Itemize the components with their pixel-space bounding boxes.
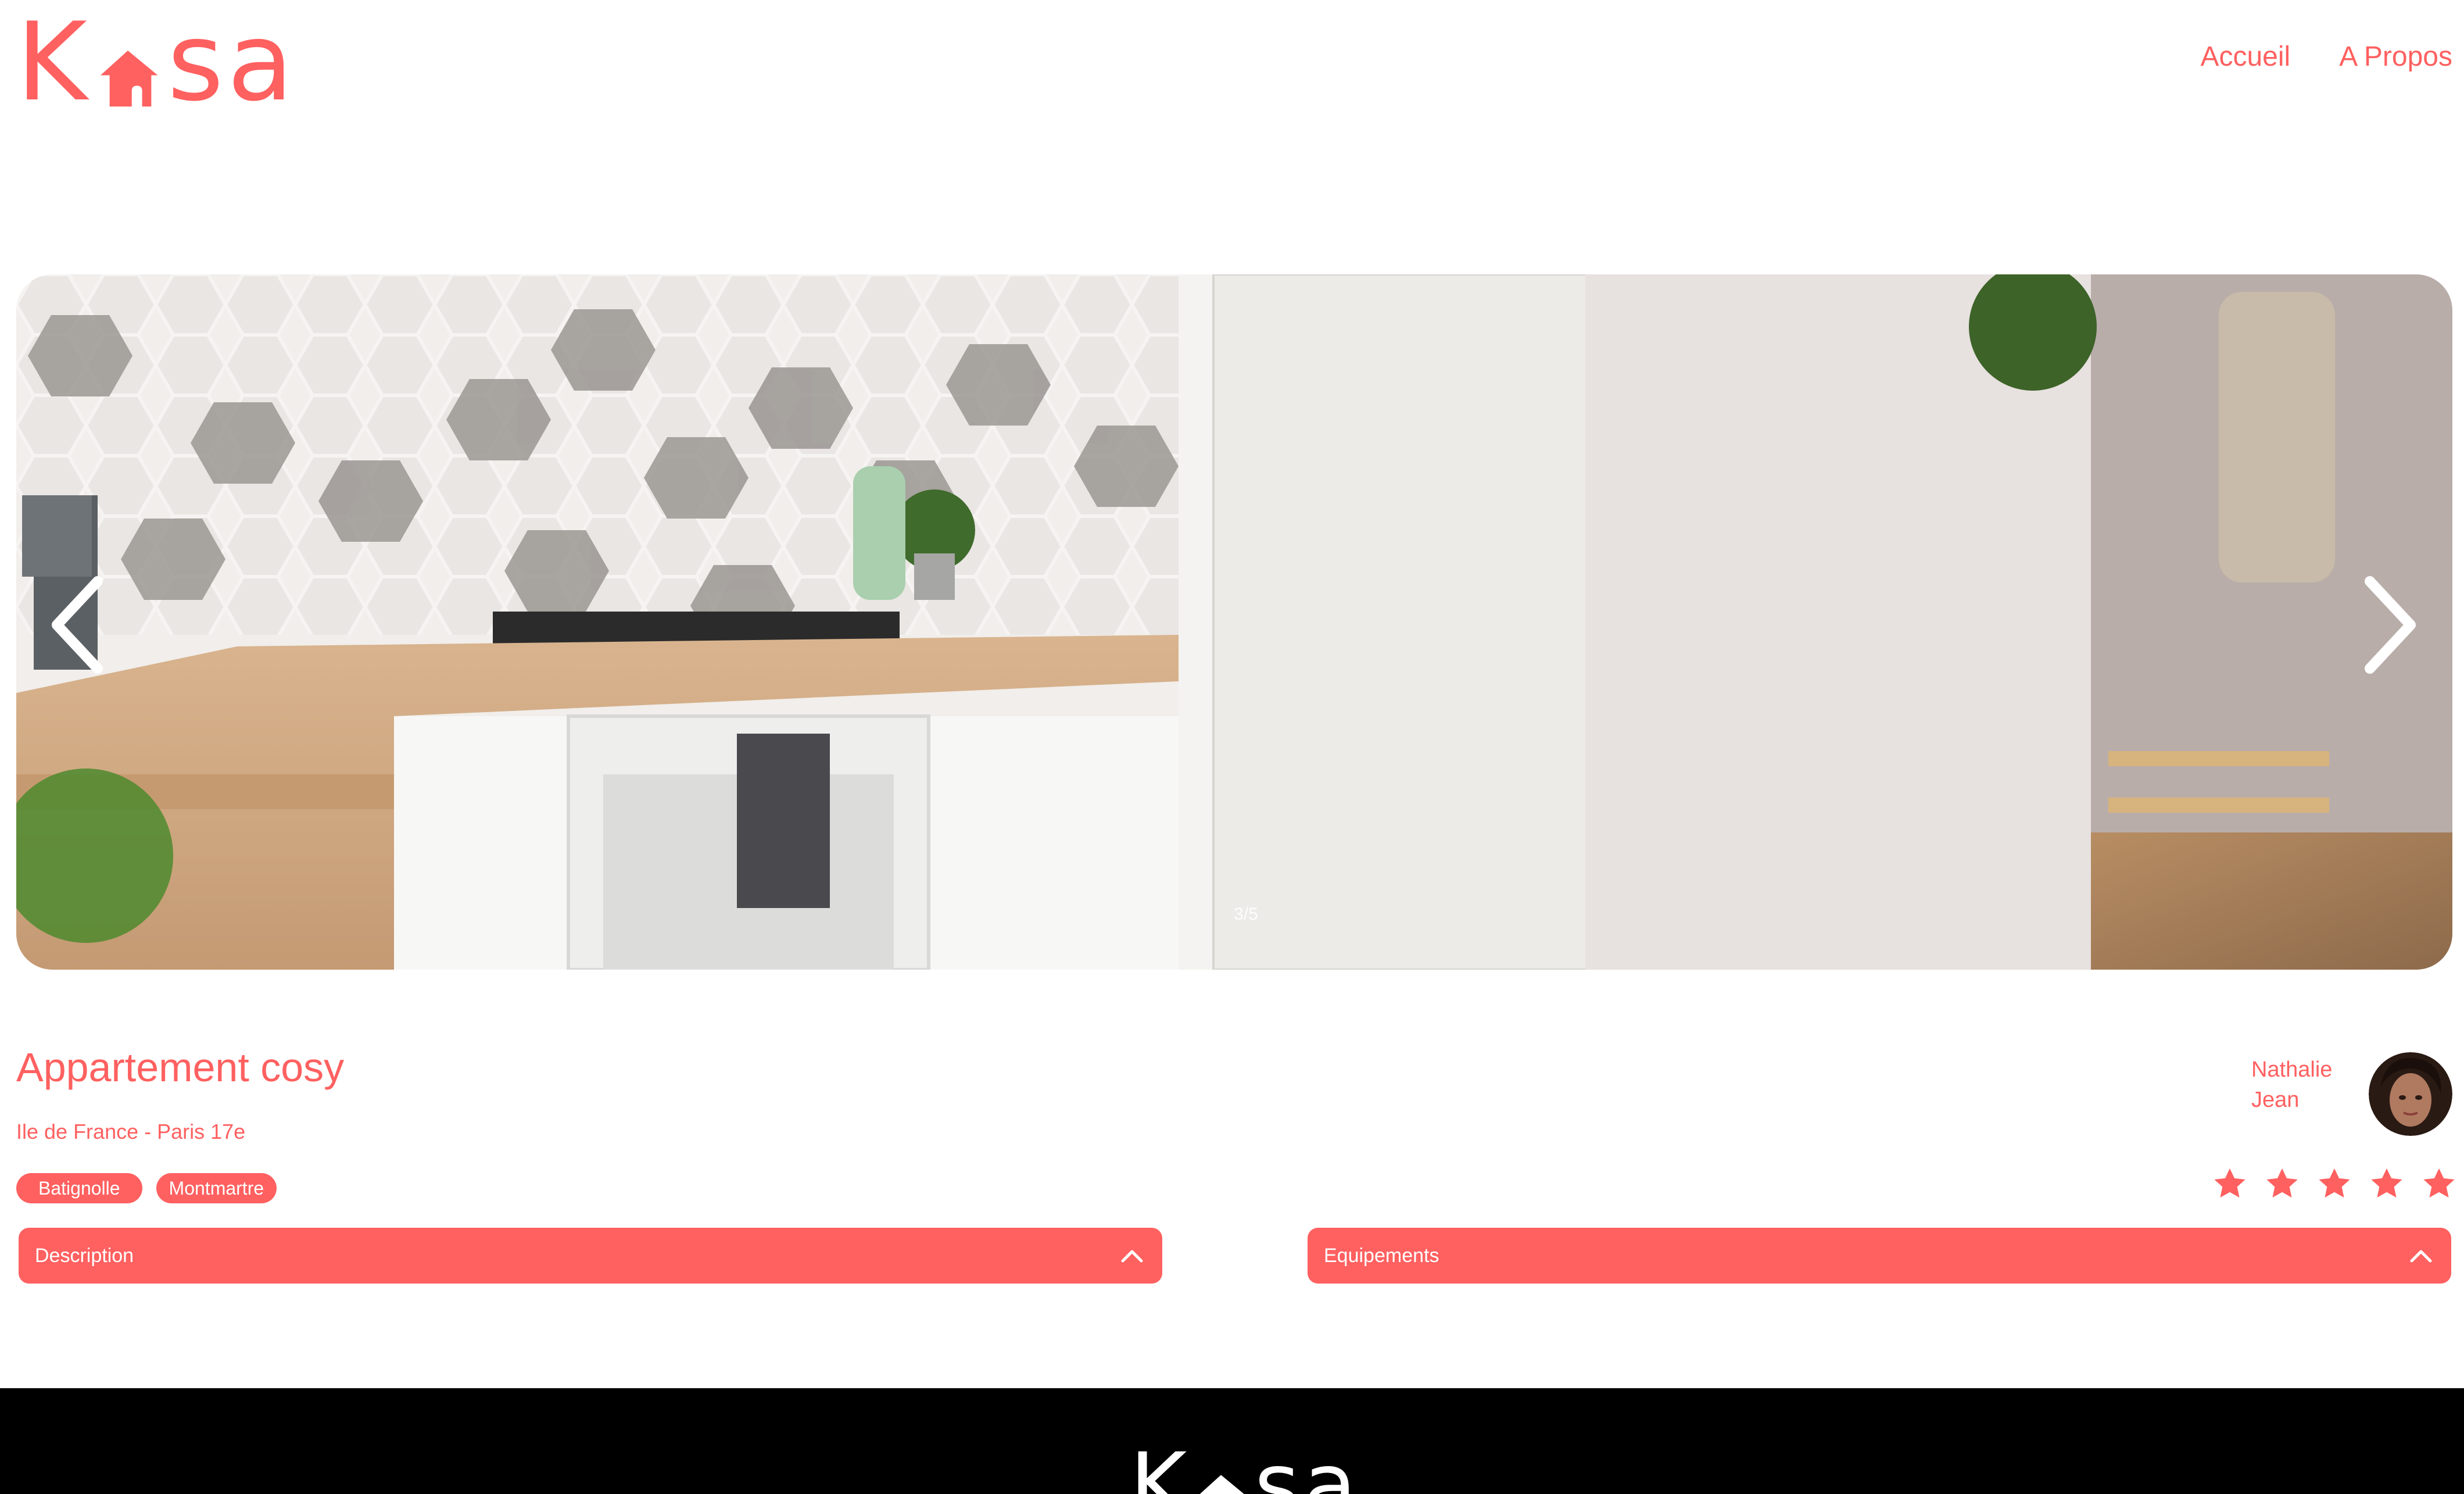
listing-location: Ile de France - Paris 17e xyxy=(16,1120,246,1143)
host-avatar xyxy=(2369,1052,2452,1136)
host-first-name: Nathalie xyxy=(2251,1057,2333,1082)
host-last-name: Jean xyxy=(2251,1088,2300,1112)
kasa-logo[interactable]: K sa xyxy=(16,8,297,116)
tag-batignolle: Batignolle xyxy=(16,1173,142,1203)
collapse-equipements-label: Equipements xyxy=(1324,1244,1439,1267)
main-nav: Accueil A Propos xyxy=(2200,41,2452,73)
chevron-left-icon[interactable] xyxy=(45,576,109,674)
footer: K sa xyxy=(0,1388,2464,1494)
carousel-counter: 3/5 xyxy=(1234,905,1258,924)
host-name: Nathalie Jean xyxy=(2251,1055,2356,1115)
tag-montmartre: Montmartre xyxy=(156,1173,277,1203)
star-icon xyxy=(2214,1168,2245,1198)
star-icon xyxy=(2423,1168,2455,1198)
star-icon xyxy=(2371,1168,2402,1198)
collapse-equipements[interactable]: Equipements xyxy=(1308,1228,2451,1284)
footer-logo: K sa xyxy=(1130,1442,1360,1494)
nav-link-a-propos[interactable]: A Propos xyxy=(2339,41,2452,73)
collapse-description-label: Description xyxy=(35,1244,134,1267)
listing-title: Appartement cosy xyxy=(16,1045,345,1090)
star-icon xyxy=(2266,1168,2298,1198)
rating-stars xyxy=(2212,1166,2457,1202)
collapse-description[interactable]: Description xyxy=(19,1228,1162,1284)
logo-letter-k: K xyxy=(16,0,91,125)
tag-list: Batignolle Montmartre xyxy=(16,1173,277,1203)
chevron-up-icon[interactable] xyxy=(2408,1247,2434,1264)
star-icon xyxy=(2319,1168,2350,1198)
house-icon xyxy=(1200,1475,1245,1494)
house-icon xyxy=(100,50,158,107)
footer-logo-letters-sa: sa xyxy=(1254,1435,1360,1494)
logo-letters-sa: sa xyxy=(167,0,297,125)
chevron-right-icon[interactable] xyxy=(2358,576,2422,674)
carousel-photo xyxy=(16,274,2452,970)
chevron-up-icon[interactable] xyxy=(1119,1247,1145,1264)
photo-carousel: 3/5 xyxy=(16,274,2452,970)
nav-link-accueil[interactable]: Accueil xyxy=(2200,41,2290,73)
footer-logo-letter-k: K xyxy=(1130,1435,1191,1494)
